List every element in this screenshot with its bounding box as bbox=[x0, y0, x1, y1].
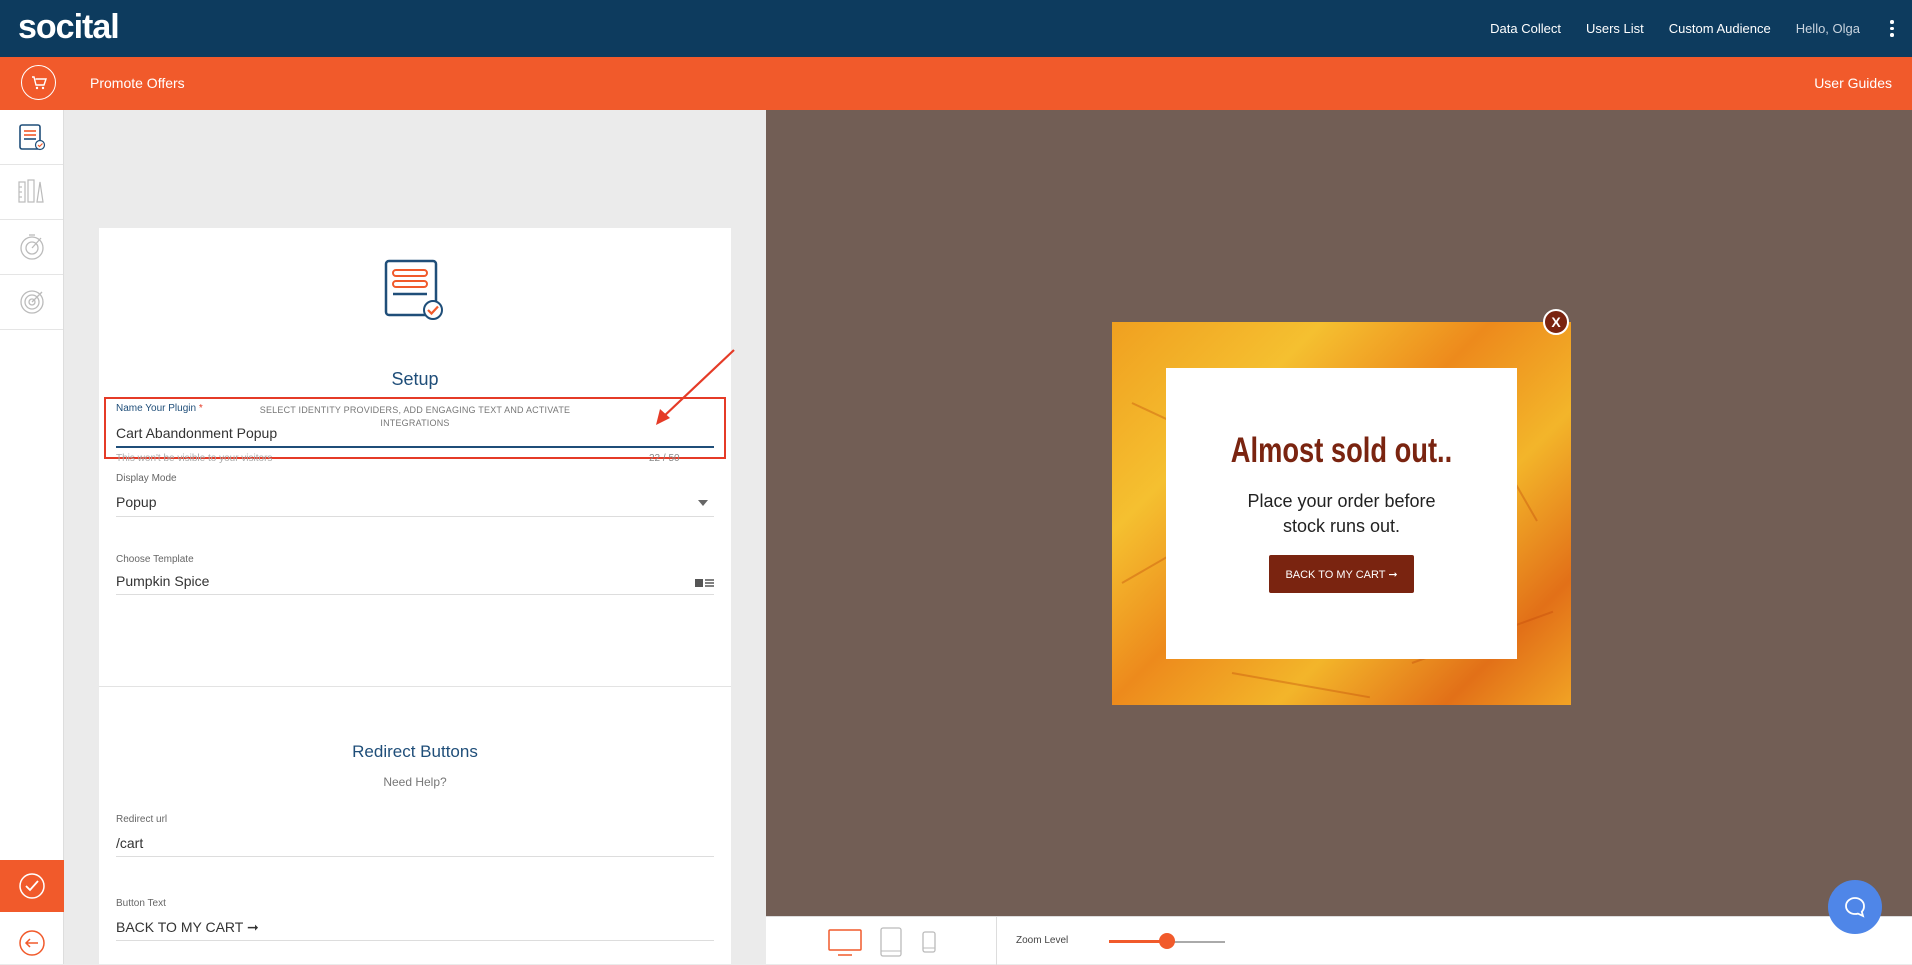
template-select[interactable]: Pumpkin Spice bbox=[116, 573, 209, 589]
target-timer-icon bbox=[19, 234, 44, 260]
top-nav: Data Collect Users List Custom Audience … bbox=[1490, 0, 1912, 57]
socital-logo[interactable]: socital bbox=[18, 8, 120, 47]
step-goals[interactable] bbox=[0, 275, 63, 330]
user-greeting[interactable]: Hello, Olga bbox=[1796, 21, 1860, 36]
redirect-url-label: Redirect url bbox=[116, 814, 168, 825]
preview-canvas: Almost sold out.. Place your order befor… bbox=[766, 110, 1912, 916]
plugin-name-underline bbox=[116, 446, 714, 448]
display-mode-underline bbox=[116, 516, 714, 517]
preview-toolbar: Zoom Level bbox=[766, 916, 1912, 965]
nav-data-collect[interactable]: Data Collect bbox=[1490, 21, 1561, 36]
step-sidebar bbox=[0, 110, 64, 964]
popup-subtext-line1: Place your order before bbox=[1247, 491, 1436, 511]
template-label: Choose Template bbox=[116, 554, 194, 565]
zoom-label: Zoom Level bbox=[1016, 935, 1069, 946]
template-gallery-icon[interactable] bbox=[695, 577, 715, 589]
arrow-left-icon bbox=[19, 930, 45, 956]
dropdown-arrow-icon[interactable] bbox=[698, 500, 708, 506]
display-mode-label: Display Mode bbox=[116, 473, 177, 484]
target-icon bbox=[19, 290, 44, 314]
step-design[interactable] bbox=[0, 165, 63, 220]
plugin-name-input[interactable]: Cart Abandonment Popup bbox=[116, 425, 277, 441]
popup-cta-button[interactable]: BACK TO MY CART ➞ bbox=[1269, 555, 1414, 593]
top-navbar: socital Data Collect Users List Custom A… bbox=[0, 0, 1912, 57]
back-button[interactable] bbox=[0, 922, 64, 964]
form-check-icon bbox=[18, 124, 45, 151]
button-text-label: Button Text bbox=[116, 898, 166, 909]
setup-form-icon bbox=[384, 259, 443, 320]
popup-subtext: Place your order before stock runs out. bbox=[1166, 489, 1517, 539]
redirect-url-input[interactable]: /cart bbox=[116, 835, 143, 851]
tablet-icon[interactable] bbox=[880, 927, 902, 957]
popup-subtext-line2: stock runs out. bbox=[1282, 516, 1401, 536]
user-guides-link[interactable]: User Guides bbox=[1814, 75, 1892, 91]
button-text-underline bbox=[116, 940, 714, 941]
display-mode-select[interactable]: Popup bbox=[116, 494, 156, 510]
check-icon bbox=[19, 873, 45, 899]
popup-headline: Almost sold out.. bbox=[1230, 431, 1453, 470]
chat-bubble-icon bbox=[1845, 897, 1865, 918]
leaf-vein bbox=[1231, 672, 1371, 699]
setup-card: Setup SELECT IDENTITY PROVIDERS, ADD ENG… bbox=[99, 228, 731, 964]
design-tools-icon bbox=[17, 179, 44, 203]
popup-close-button[interactable]: X bbox=[1543, 309, 1569, 335]
popup-preview: Almost sold out.. Place your order befor… bbox=[1112, 322, 1571, 705]
nav-custom-audience[interactable]: Custom Audience bbox=[1669, 21, 1771, 36]
nav-users-list[interactable]: Users List bbox=[1586, 21, 1644, 36]
button-text-input[interactable]: BACK TO MY CART ➞ bbox=[116, 919, 259, 936]
template-underline bbox=[116, 594, 714, 595]
plugin-name-label: Name Your Plugin * bbox=[116, 403, 203, 414]
redirect-title: Redirect Buttons bbox=[352, 742, 478, 761]
annotation-arrow bbox=[656, 349, 735, 425]
plugin-name-hint: This won't be visible to your visitors bbox=[116, 453, 273, 464]
publish-button[interactable] bbox=[0, 860, 64, 912]
section-bar: Promote Offers User Guides bbox=[0, 57, 1912, 110]
step-targeting[interactable] bbox=[0, 220, 63, 275]
redirect-url-underline bbox=[116, 856, 714, 857]
chat-widget-button[interactable] bbox=[1828, 880, 1882, 934]
step-setup[interactable] bbox=[0, 110, 63, 165]
editor-panel: Setup SELECT IDENTITY PROVIDERS, ADD ENG… bbox=[64, 110, 766, 964]
section-title: Promote Offers bbox=[90, 75, 185, 91]
desktop-icon[interactable] bbox=[828, 929, 862, 957]
popup-content-box: Almost sold out.. Place your order befor… bbox=[1166, 368, 1517, 659]
toolbar-divider bbox=[996, 917, 997, 965]
zoom-slider-knob[interactable] bbox=[1159, 933, 1175, 949]
mobile-icon[interactable] bbox=[922, 931, 936, 953]
section-divider bbox=[99, 686, 731, 687]
setup-title: Setup bbox=[391, 369, 439, 389]
cart-icon[interactable] bbox=[21, 65, 56, 100]
need-help-link[interactable]: Need Help? bbox=[99, 775, 731, 789]
more-menu-icon[interactable] bbox=[1890, 20, 1894, 37]
